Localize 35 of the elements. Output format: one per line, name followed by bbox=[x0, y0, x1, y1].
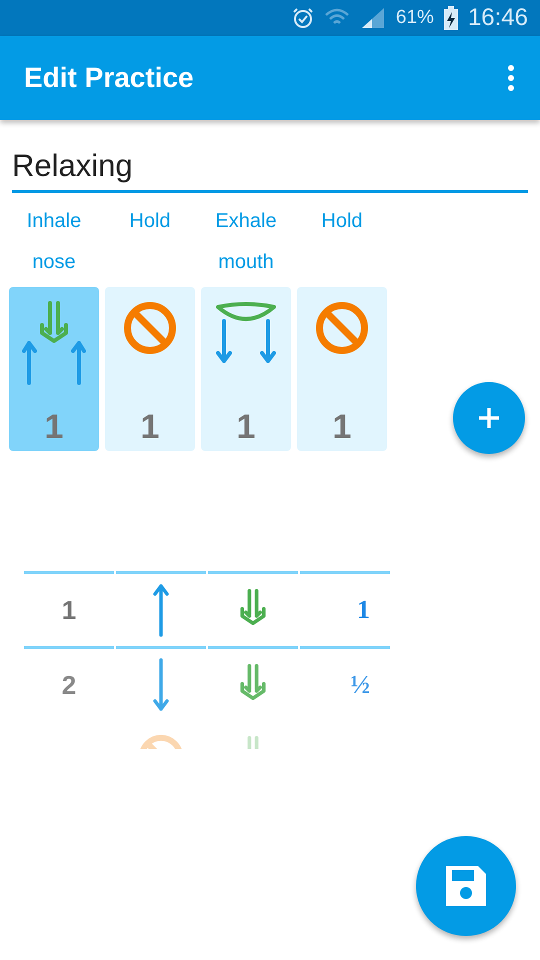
phase-count: 1 bbox=[332, 408, 352, 447]
picker-number: 2 bbox=[62, 670, 76, 700]
phase-card[interactable]: 1 bbox=[9, 287, 99, 451]
battery-percentage: 61% bbox=[396, 7, 434, 29]
nose-inhale-icon bbox=[22, 301, 86, 385]
alarm-icon bbox=[292, 7, 314, 29]
phase-card[interactable]: 1 bbox=[297, 287, 387, 451]
phase-count: 1 bbox=[236, 408, 256, 447]
picker-number: 1 bbox=[62, 594, 76, 626]
picker-fraction: ½ bbox=[350, 670, 370, 700]
add-button[interactable] bbox=[453, 382, 525, 454]
phase-label: Hold bbox=[321, 209, 363, 234]
prohibited-icon bbox=[123, 301, 177, 355]
clock-time: 16:46 bbox=[468, 4, 528, 32]
mouth-exhale-icon bbox=[214, 301, 278, 365]
phase-count: 1 bbox=[140, 408, 160, 447]
phase-card[interactable]: 1 bbox=[105, 287, 195, 451]
signal-icon bbox=[360, 6, 386, 30]
save-button[interactable] bbox=[416, 836, 516, 936]
prohibited-icon bbox=[315, 301, 369, 355]
phase-label: Hold bbox=[129, 209, 171, 234]
phase-card[interactable]: 1 bbox=[201, 287, 291, 451]
phase-label: Exhale bbox=[215, 209, 277, 234]
screen-title: Edit Practice bbox=[24, 62, 194, 94]
phase-label: Inhale bbox=[26, 209, 82, 234]
phase-count: 1 bbox=[44, 408, 64, 447]
battery-charging-icon bbox=[444, 6, 458, 30]
picker-fraction: 1 bbox=[357, 595, 370, 625]
down-arrow-icon bbox=[153, 658, 169, 712]
up-arrow-icon bbox=[153, 583, 169, 637]
practice-name-field[interactable]: Relaxing bbox=[12, 144, 528, 193]
plus-icon bbox=[478, 407, 500, 429]
count-picker[interactable]: 1 1 2 ½ bbox=[24, 571, 390, 749]
phase-sublabel: mouth bbox=[218, 250, 274, 275]
phase-sublabel: nose bbox=[32, 250, 76, 275]
